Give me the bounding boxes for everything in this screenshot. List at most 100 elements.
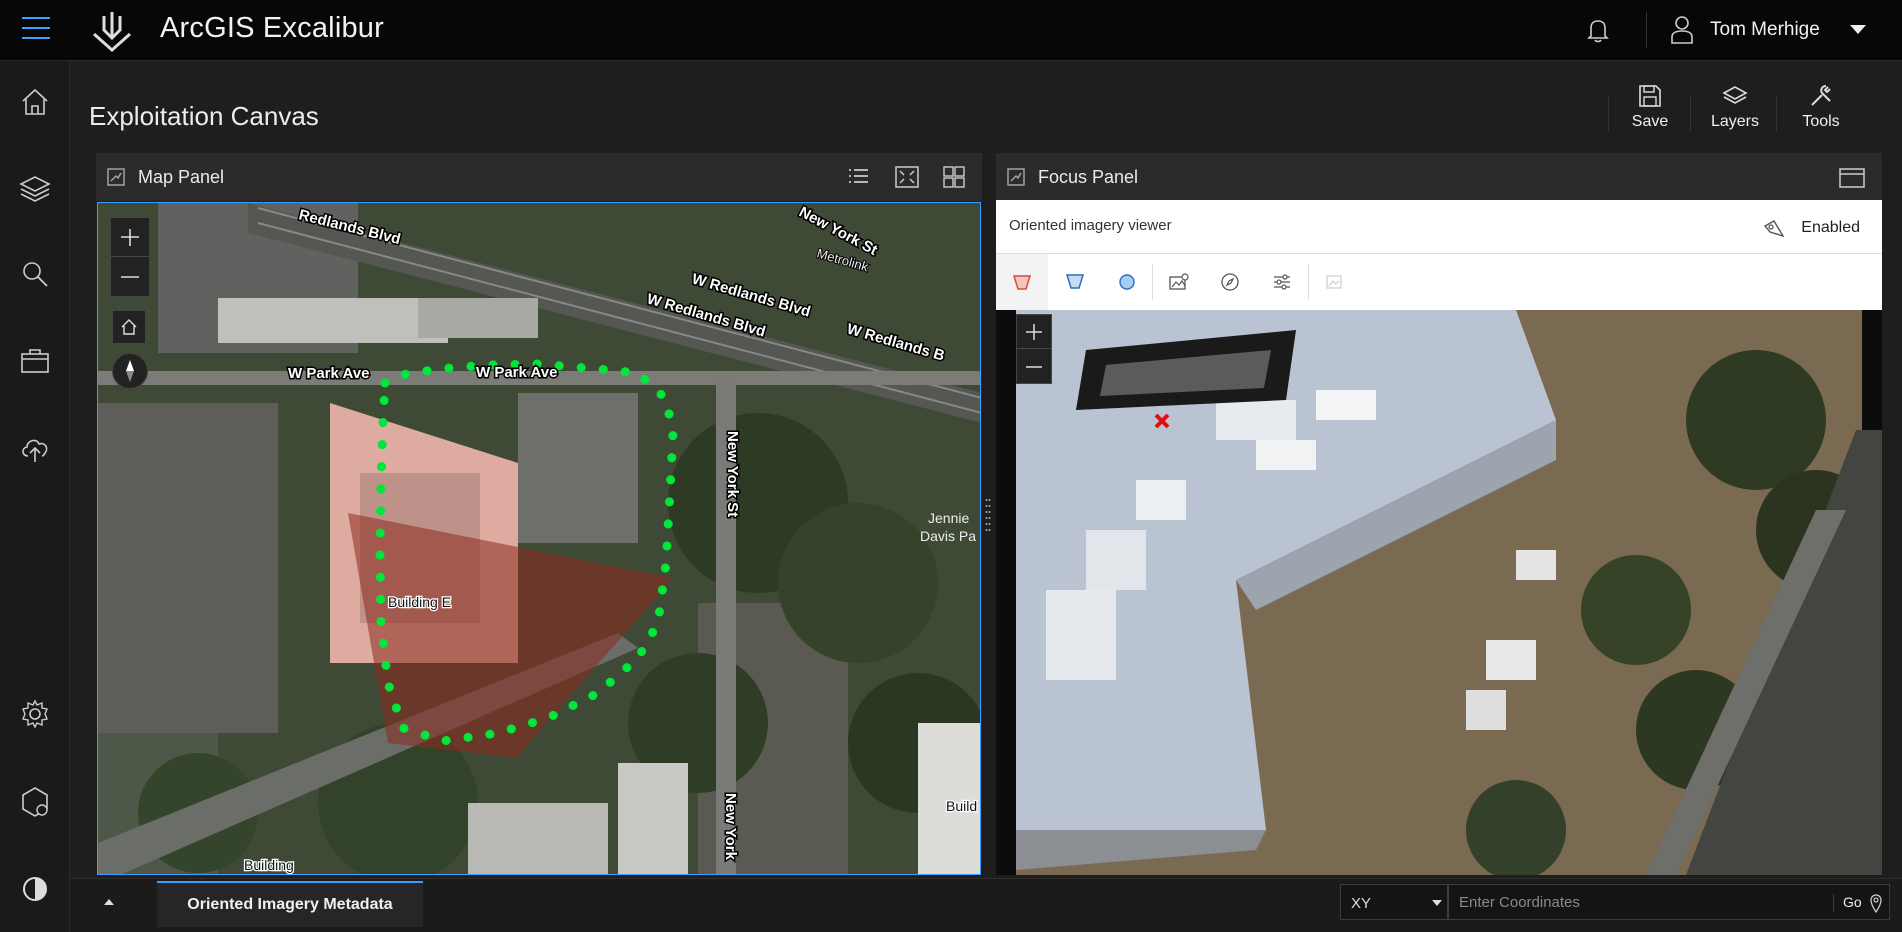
sidebar xyxy=(0,61,70,932)
building-label: Building xyxy=(244,857,294,873)
plus-icon xyxy=(121,229,139,246)
plus-icon xyxy=(1026,324,1042,340)
layers-button[interactable]: Layers xyxy=(1700,83,1770,143)
coordinate-system-value: XY xyxy=(1351,895,1372,912)
contrast-icon[interactable] xyxy=(18,872,52,906)
image-locate-icon xyxy=(1169,273,1189,290)
coverage-icon xyxy=(1065,274,1085,289)
zoom-control xyxy=(110,217,150,297)
tools-icon xyxy=(1811,85,1831,106)
app-title: ArcGIS Excalibur xyxy=(160,12,384,44)
zoom-out-button[interactable] xyxy=(111,258,149,296)
user-name[interactable]: Tom Merhige xyxy=(1710,19,1820,41)
divider xyxy=(1690,95,1691,131)
save-label: Save xyxy=(1631,113,1669,130)
camera-view-icon[interactable] xyxy=(1762,218,1786,238)
save-button[interactable]: Save xyxy=(1615,83,1685,143)
bell-icon[interactable] xyxy=(1584,16,1612,44)
tab-oriented-imagery-metadata[interactable]: Oriented Imagery Metadata xyxy=(157,881,423,927)
focus-panel-title: Focus Panel xyxy=(1038,167,1139,187)
circle-icon xyxy=(1119,274,1135,290)
map-panel: Map Panel xyxy=(96,153,982,201)
map-panel-header: Map Panel xyxy=(96,153,982,201)
divider xyxy=(1608,95,1609,131)
focus-panel-header: Focus Panel xyxy=(996,153,1882,201)
image-zoom-control xyxy=(1016,314,1052,384)
tools-button[interactable]: Tools xyxy=(1786,83,1856,143)
pin-icon[interactable] xyxy=(1869,893,1883,913)
map-canvas[interactable]: Redlands Blvd New York St Metrolink W Re… xyxy=(98,203,981,875)
home-icon[interactable] xyxy=(18,85,52,119)
oriented-image[interactable] xyxy=(996,310,1882,875)
search-icon[interactable] xyxy=(18,257,52,291)
home-view-button[interactable] xyxy=(112,310,146,344)
coverage-tool-button[interactable] xyxy=(1048,264,1100,300)
divider xyxy=(1776,95,1777,131)
expand-icon[interactable] xyxy=(894,165,920,189)
image-tool-button[interactable] xyxy=(1152,264,1204,300)
image-zoom-in-button[interactable] xyxy=(1017,315,1051,349)
footprint-tool-button[interactable] xyxy=(996,254,1048,310)
map-view[interactable]: Redlands Blvd New York St Metrolink W Re… xyxy=(97,202,981,875)
tab-label: Oriented Imagery Metadata xyxy=(187,896,393,913)
gallery-icon xyxy=(1326,275,1342,289)
zoom-in-button[interactable] xyxy=(111,218,149,257)
briefcase-icon[interactable] xyxy=(18,344,52,378)
divider xyxy=(1833,894,1834,912)
place-label: Jennie xyxy=(928,510,969,526)
upload-cloud-icon[interactable] xyxy=(18,431,52,465)
panel-icon xyxy=(107,168,125,186)
gallery-tool-button[interactable] xyxy=(1308,264,1360,300)
layers-icon xyxy=(1722,86,1748,104)
panel-splitter[interactable] xyxy=(985,496,991,536)
street-label: W Park Ave xyxy=(288,365,369,382)
gear-icon[interactable] xyxy=(18,697,52,731)
image-zoom-out-button[interactable] xyxy=(1017,350,1051,384)
menu-icon[interactable] xyxy=(22,17,50,41)
street-label: W Park Ave xyxy=(476,364,557,381)
layers-icon[interactable] xyxy=(18,171,52,205)
compass-icon xyxy=(126,360,134,382)
chevron-up-icon[interactable] xyxy=(102,897,116,907)
panel-icon xyxy=(1007,168,1025,186)
adjust-tool-button[interactable] xyxy=(1256,264,1308,300)
grid-icon[interactable] xyxy=(942,165,966,189)
go-button[interactable]: Go xyxy=(1843,894,1862,910)
user-icon[interactable] xyxy=(1670,15,1694,45)
oriented-image-view[interactable] xyxy=(996,310,1882,875)
chevron-down-icon[interactable] xyxy=(1848,22,1868,36)
compass-button[interactable] xyxy=(112,353,148,389)
chevron-down-icon xyxy=(1432,900,1442,906)
compass-icon xyxy=(1221,273,1239,291)
focus-panel: Focus Panel xyxy=(996,153,1882,201)
sliders-icon xyxy=(1274,274,1290,290)
restore-icon[interactable] xyxy=(1838,167,1866,189)
page-title: Exploitation Canvas xyxy=(89,101,319,131)
street-label: New York St xyxy=(724,431,741,517)
coordinates-input[interactable] xyxy=(1459,892,1819,912)
divider xyxy=(1646,12,1647,48)
enabled-status[interactable]: Enabled xyxy=(1801,219,1860,237)
save-icon xyxy=(1639,85,1661,107)
list-icon[interactable] xyxy=(846,165,870,189)
minus-icon xyxy=(1026,366,1042,368)
viewer-label: Oriented imagery viewer xyxy=(1009,217,1172,234)
point-tool-button[interactable] xyxy=(1100,264,1152,300)
map-panel-title: Map Panel xyxy=(138,167,225,187)
settings-hex-icon[interactable] xyxy=(18,785,52,819)
coordinates-field[interactable]: Go xyxy=(1448,884,1890,920)
drag-handle-icon xyxy=(985,499,991,531)
building-label: Build xyxy=(946,798,977,814)
tools-label: Tools xyxy=(1802,113,1840,130)
place-label: Davis Pa xyxy=(920,528,976,544)
navigation-tool-button[interactable] xyxy=(1204,264,1256,300)
street-label: New York xyxy=(722,793,739,861)
oriented-imagery-bar: Oriented imagery viewer Enabled xyxy=(996,200,1882,254)
minus-icon xyxy=(121,276,139,278)
home-icon xyxy=(121,319,137,335)
footprint-icon xyxy=(1012,275,1032,290)
building-label: Building E xyxy=(388,594,451,610)
logo-icon xyxy=(93,12,131,52)
coordinate-system-select[interactable]: XY xyxy=(1340,884,1448,920)
top-bar: ArcGIS Excalibur Tom Merhige xyxy=(0,0,1902,61)
